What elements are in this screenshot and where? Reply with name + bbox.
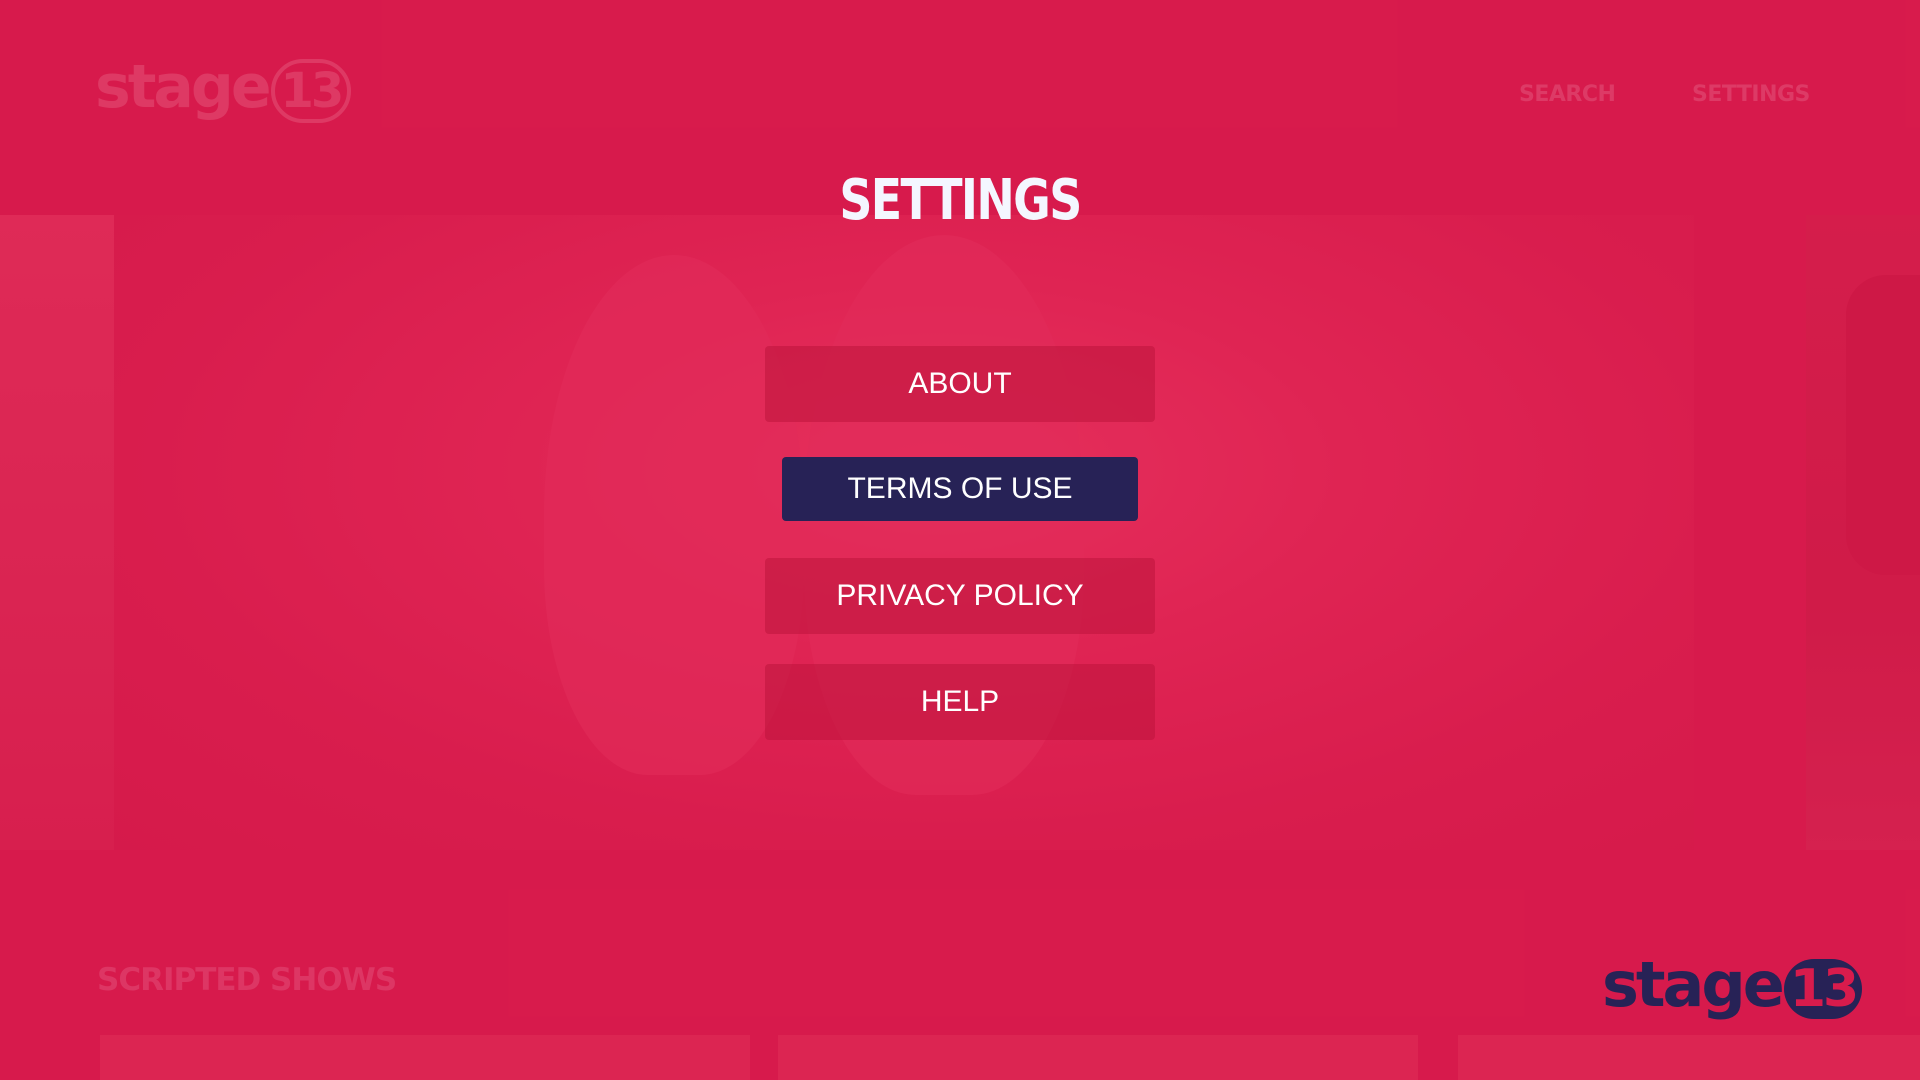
settings-screen: stage 13 SEARCH SETTINGS SCRIPTED SHOWS S… [0,0,1920,1080]
brand-logo: stage 13 [1602,948,1863,1021]
brand-logo-number: 13 [1783,959,1863,1019]
settings-menu: ABOUT TERMS OF USE PRIVACY POLICY HELP [0,0,1920,1080]
help-button[interactable]: HELP [765,664,1155,740]
privacy-policy-button[interactable]: PRIVACY POLICY [765,558,1155,634]
about-button[interactable]: ABOUT [765,346,1155,422]
brand-logo-word: stage [1602,948,1785,1021]
terms-of-use-button[interactable]: TERMS OF USE [782,457,1138,521]
